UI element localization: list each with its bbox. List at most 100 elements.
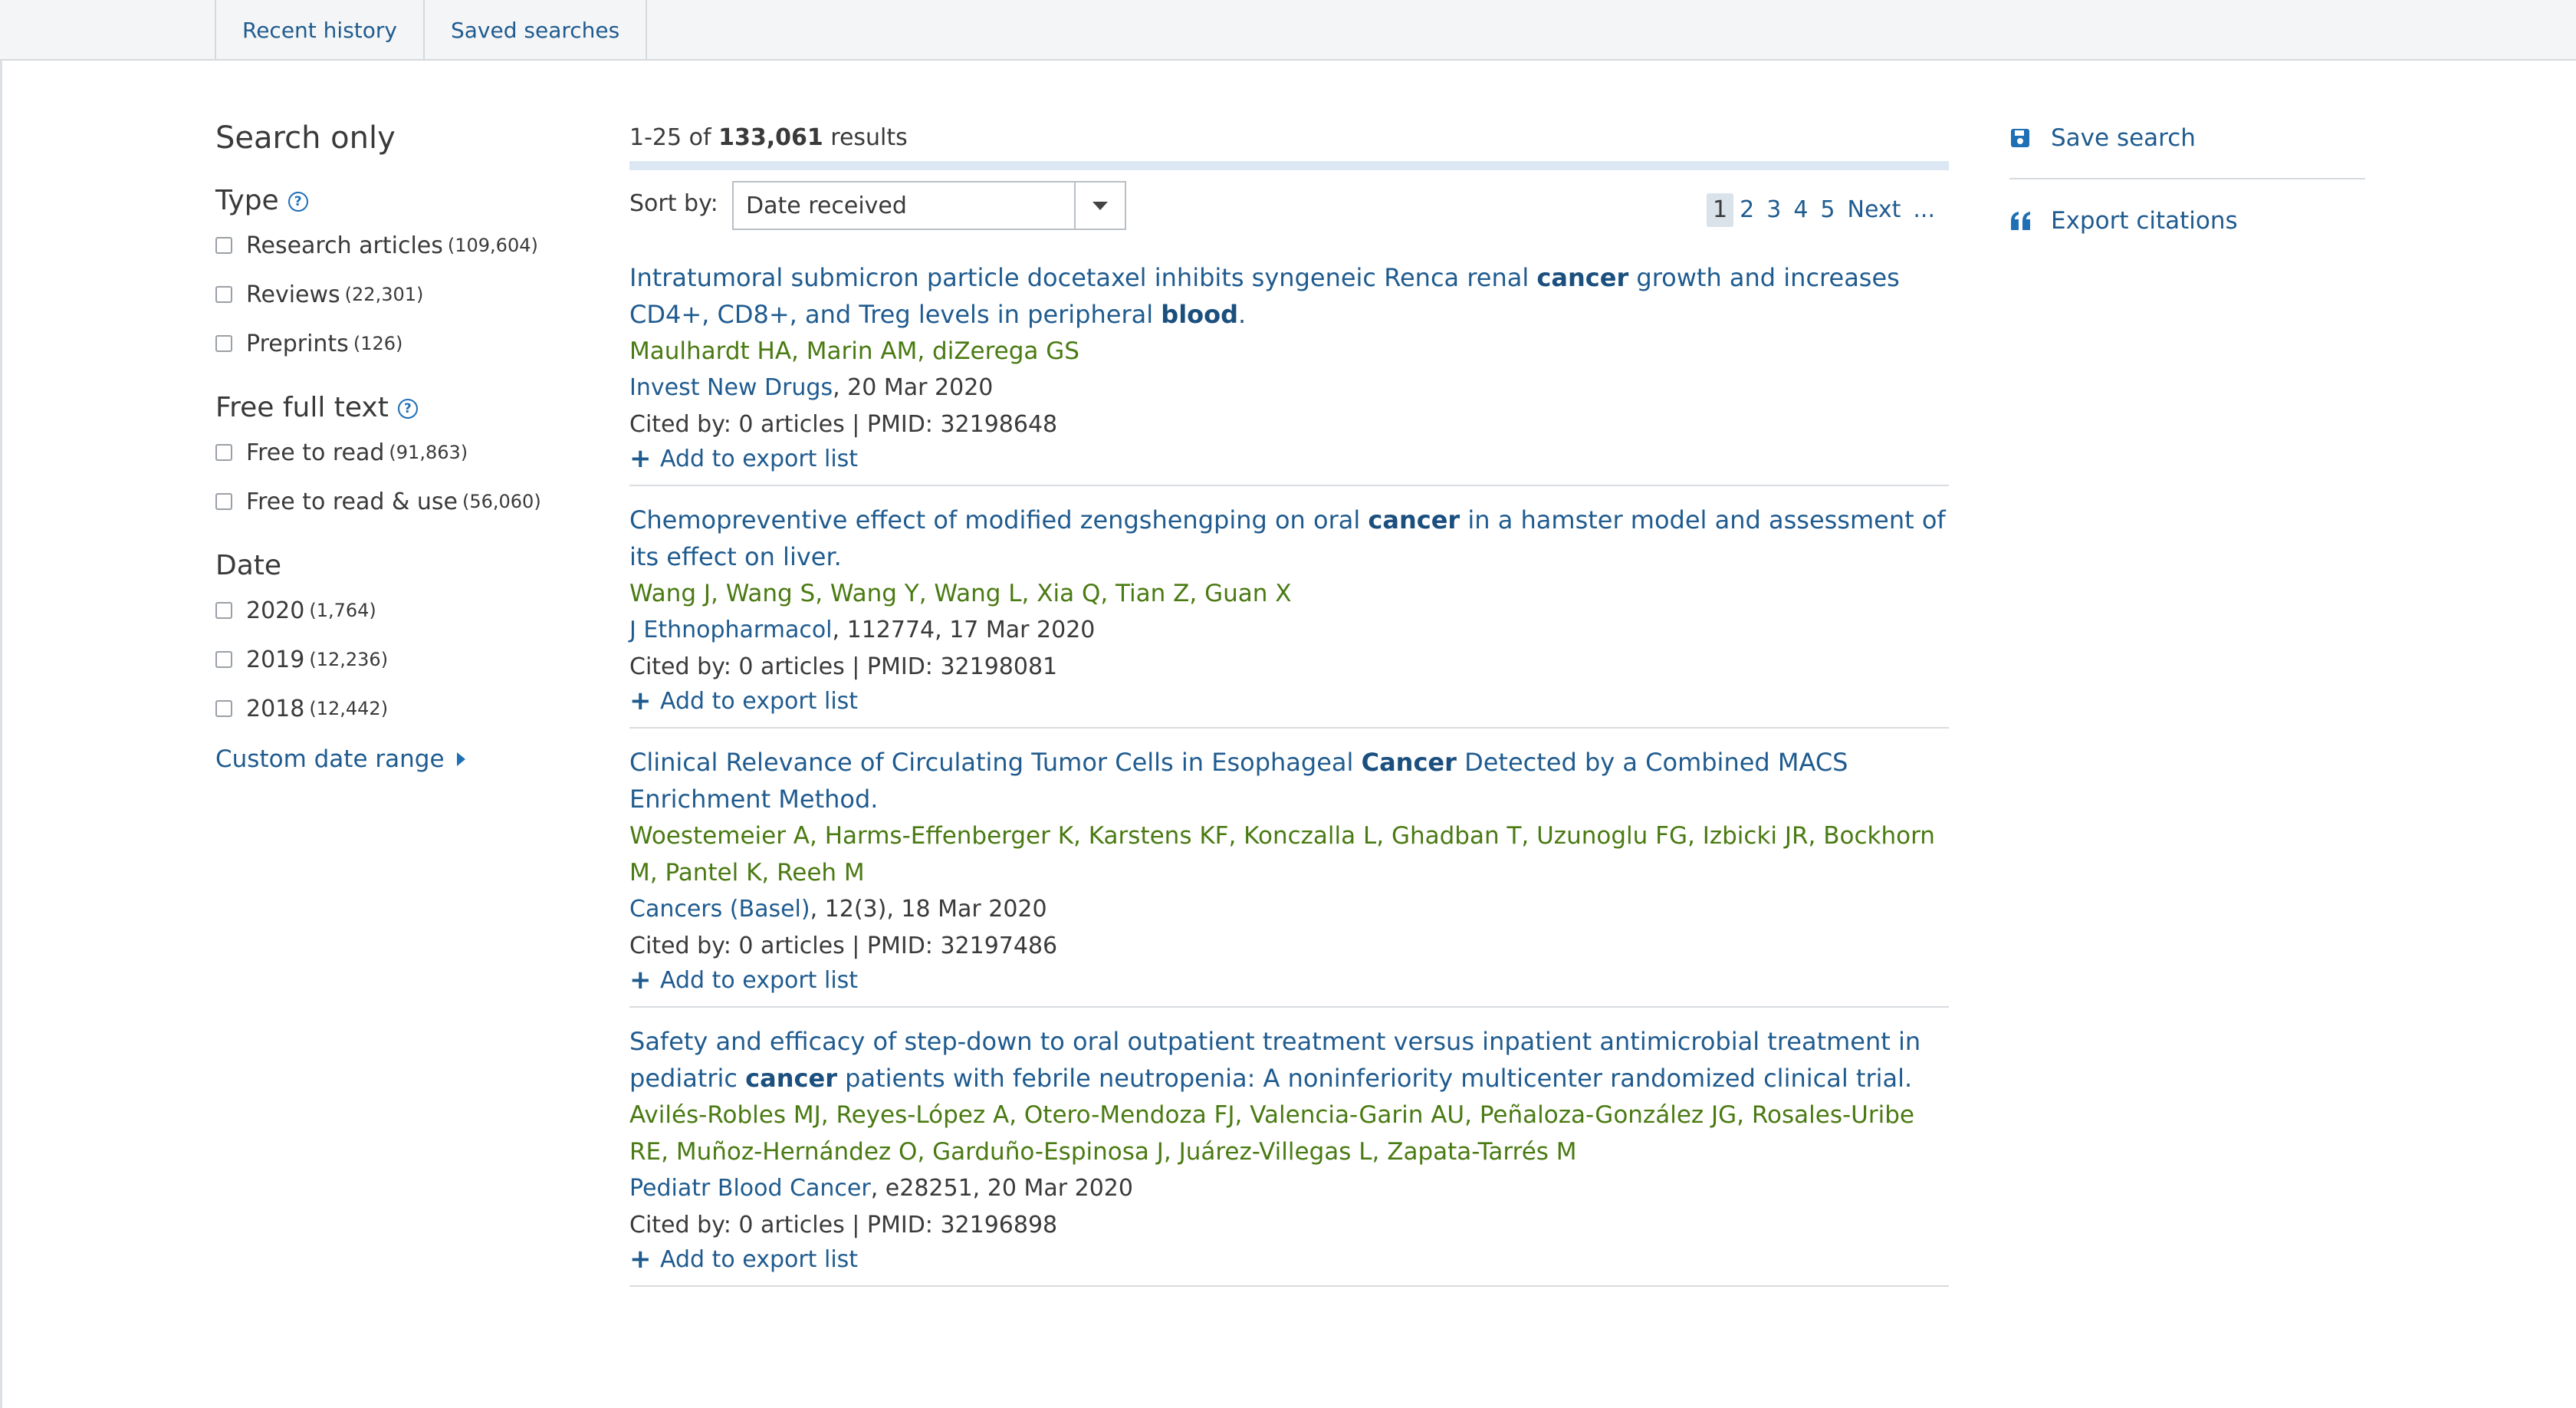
filter-groups: Type? Research articles (109,604) Reviews (2…	[215, 179, 614, 733]
filter-heading-label: Date	[215, 549, 282, 581]
custom-date-range-link[interactable]: Custom date range	[215, 736, 614, 782]
filter-heading: Free full text?	[215, 387, 614, 428]
result-item: Chemopreventive effect of modified zengs…	[629, 486, 1949, 729]
tab-recent-history[interactable]: Recent history	[215, 0, 423, 61]
page-more-link[interactable]: ...	[1907, 193, 1941, 227]
page-link[interactable]: 3	[1760, 193, 1787, 227]
results-main: 1-25 of 133,061 results Sort by: Date re…	[629, 115, 1949, 1287]
page-link[interactable]: 5	[1814, 193, 1841, 227]
help-icon[interactable]: ?	[397, 399, 418, 419]
result-authors: Wang J, Wang S, Wang Y, Wang L, Xia Q, T…	[629, 580, 1292, 607]
result-journal-details: , e28251, 20 Mar 2020	[870, 1175, 1133, 1202]
add-to-export-button[interactable]: + Add to export list	[629, 443, 1949, 474]
filter-checkbox[interactable]	[215, 444, 232, 461]
page-next-link[interactable]: Next	[1842, 193, 1907, 227]
filter-option-label: Free to read & use	[246, 488, 458, 515]
floppy-disk-icon	[2009, 127, 2051, 149]
filter-option-count: (109,604)	[447, 235, 538, 256]
plus-icon: +	[629, 686, 652, 716]
add-to-export-button[interactable]: + Add to export list	[629, 686, 1949, 716]
result-title-highlight: cancer	[1536, 263, 1629, 292]
result-title-text: Intratumoral submicron particle docetaxe…	[629, 263, 1537, 292]
result-journal-link[interactable]: Cancers (Basel)	[629, 896, 810, 923]
filter-option[interactable]: 2019 (12,236)	[215, 635, 614, 684]
result-title-link[interactable]: Safety and efficacy of step-down to oral…	[629, 1023, 1949, 1097]
filter-option[interactable]: 2018 (12,442)	[215, 684, 614, 733]
add-to-export-label: Add to export list	[660, 687, 859, 715]
result-title-link[interactable]: Clinical Relevance of Circulating Tumor …	[629, 744, 1949, 817]
result-cited-pmid: Cited by: 0 articles | PMID: 32198648	[629, 411, 1058, 438]
sort-select[interactable]: Date received	[732, 181, 1126, 230]
plus-icon: +	[629, 965, 652, 995]
sort-dropdown-button[interactable]	[1074, 183, 1125, 229]
filter-option[interactable]: Free to read & use (56,060)	[215, 477, 614, 526]
results-range: 1-25 of	[629, 124, 711, 151]
tab-bar: Recent history Saved searches	[215, 0, 648, 61]
result-journal-link[interactable]: Pediatr Blood Cancer	[629, 1175, 871, 1202]
filter-heading: Type?	[215, 179, 614, 221]
add-to-export-button[interactable]: + Add to export list	[629, 965, 1949, 995]
result-title-highlight: Cancer	[1361, 748, 1457, 777]
save-search-button[interactable]: Save search	[2009, 115, 2365, 161]
add-to-export-button[interactable]: + Add to export list	[629, 1244, 1949, 1275]
result-title-link[interactable]: Chemopreventive effect of modified zengs…	[629, 502, 1949, 575]
help-icon[interactable]: ?	[288, 192, 308, 212]
filter-option-count: (91,863)	[389, 442, 468, 463]
result-journal-details: , 112774, 17 Mar 2020	[832, 617, 1096, 643]
result-journal-line: Invest New Drugs, 20 Mar 2020	[629, 370, 1949, 406]
result-journal-line: Cancers (Basel), 12(3), 18 Mar 2020	[629, 891, 1949, 928]
top-bar: Recent history Saved searches	[0, 0, 2576, 61]
export-citations-label: Export citations	[2051, 207, 2238, 235]
caret-right-icon	[456, 752, 465, 766]
add-to-export-label: Add to export list	[660, 1245, 859, 1273]
page-link[interactable]: 4	[1787, 193, 1814, 227]
filter-option-label: 2018	[246, 695, 305, 722]
filter-option-count: (1,764)	[309, 600, 376, 621]
result-title-link[interactable]: Intratumoral submicron particle docetaxe…	[629, 259, 1949, 333]
filter-checkbox[interactable]	[215, 700, 232, 717]
export-citations-button[interactable]: Export citations	[2009, 198, 2365, 244]
filter-option-label: 2019	[246, 646, 305, 673]
filter-option-label: Free to read	[246, 439, 385, 466]
filter-checkbox[interactable]	[215, 493, 232, 510]
sort-selected-value: Date received	[746, 192, 907, 219]
filter-option-count: (126)	[353, 333, 403, 354]
filter-option[interactable]: 2020 (1,764)	[215, 586, 614, 635]
result-title-highlight: cancer	[745, 1064, 837, 1093]
filter-heading-label: Type	[215, 184, 279, 216]
filter-checkbox[interactable]	[215, 651, 232, 668]
pagination: 1 2 3 4 5 Next...	[1707, 193, 1941, 227]
filter-option-label: Preprints	[246, 330, 349, 357]
page-link[interactable]: 2	[1733, 193, 1760, 227]
result-journal-link[interactable]: J Ethnopharmacol	[629, 617, 833, 643]
filter-checkbox[interactable]	[215, 286, 232, 303]
result-title-text: Chemopreventive effect of modified zengs…	[629, 505, 1368, 535]
result-cited-pmid: Cited by: 0 articles | PMID: 32198081	[629, 653, 1058, 680]
result-authors: Maulhardt HA, Marin AM, diZerega GS	[629, 337, 1079, 365]
filter-sidebar: Search only Type? Research articles (109,6…	[215, 115, 614, 782]
filter-option-count: (22,301)	[344, 284, 424, 305]
filter-option[interactable]: Preprints (126)	[215, 319, 614, 368]
save-search-label: Save search	[2051, 124, 2196, 152]
quote-icon	[2009, 210, 2051, 232]
filter-heading-label: Free full text	[215, 391, 389, 423]
tab-saved-searches[interactable]: Saved searches	[422, 0, 648, 61]
result-authors: Woestemeier A, Harms-Effenberger K, Kars…	[629, 822, 1935, 887]
filter-checkbox[interactable]	[215, 237, 232, 254]
result-authors: Avilés-Robles MJ, Reyes-López A, Otero-M…	[629, 1101, 1914, 1166]
filter-checkbox[interactable]	[215, 335, 232, 352]
result-item: Intratumoral submicron particle docetaxe…	[629, 244, 1949, 486]
result-title-highlight: blood	[1161, 300, 1239, 329]
filter-option[interactable]: Research articles (109,604)	[215, 221, 614, 270]
left-edge-divider	[0, 61, 2, 1408]
filter-checkbox[interactable]	[215, 602, 232, 619]
filter-heading: Date	[215, 544, 614, 586]
result-journal-link[interactable]: Invest New Drugs	[629, 374, 833, 401]
filter-option[interactable]: Reviews (22,301)	[215, 270, 614, 319]
result-journal-details: , 20 Mar 2020	[833, 374, 994, 401]
plus-icon: +	[629, 443, 652, 474]
result-cited-pmid: Cited by: 0 articles | PMID: 32197486	[629, 933, 1058, 959]
filter-option-count: (12,442)	[309, 698, 389, 719]
page-current[interactable]: 1	[1707, 193, 1734, 227]
filter-option[interactable]: Free to read (91,863)	[215, 428, 614, 477]
